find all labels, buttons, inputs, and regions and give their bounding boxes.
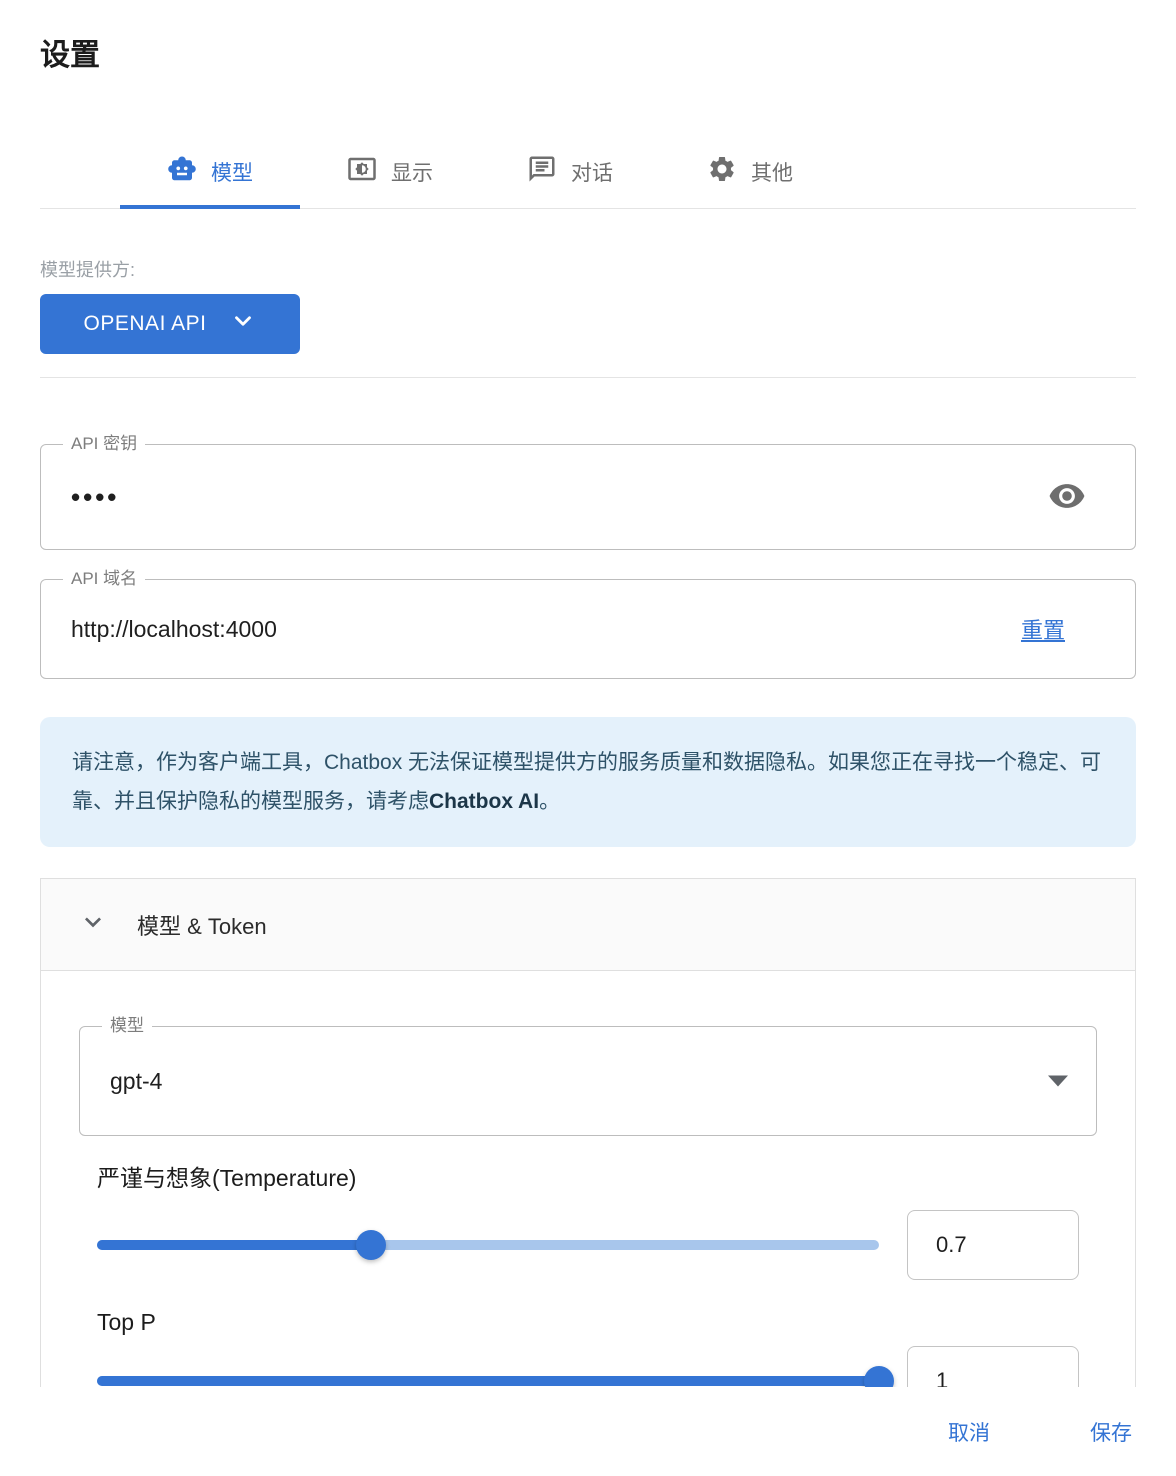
- tab-chat-label: 对话: [571, 157, 613, 187]
- model-select-field[interactable]: 模型 gpt-4: [79, 1026, 1097, 1136]
- tab-other[interactable]: 其他: [660, 135, 840, 208]
- notice-text: 请注意，作为客户端工具，Chatbox 无法保证模型提供方的服务质量和数据隐私。…: [72, 751, 1101, 813]
- chat-icon: [527, 154, 557, 190]
- api-key-label: API 密钥: [63, 433, 145, 455]
- tab-chat[interactable]: 对话: [480, 135, 660, 208]
- temperature-slider[interactable]: [97, 1210, 879, 1280]
- eye-icon: [1048, 477, 1086, 518]
- top-p-section: Top P 1: [97, 1306, 1097, 1387]
- top-p-value-input[interactable]: 1: [907, 1346, 1079, 1387]
- api-key-value: ••••: [41, 445, 1135, 549]
- tab-model[interactable]: 模型: [120, 135, 300, 208]
- tab-model-label: 模型: [211, 157, 253, 187]
- robot-icon: [167, 154, 197, 190]
- caret-down-icon: [1048, 1076, 1068, 1087]
- top-p-label: Top P: [97, 1306, 1097, 1338]
- save-button[interactable]: 保存: [1090, 1417, 1132, 1447]
- tabs-bar: 模型 显示 对话 其他: [40, 135, 1136, 209]
- model-select-label: 模型: [102, 1015, 152, 1037]
- model-token-accordion: 模型 & Token 模型 gpt-4 严谨与想象(Temperature) 0…: [40, 878, 1136, 1387]
- temperature-label: 严谨与想象(Temperature): [97, 1162, 1097, 1194]
- api-host-field[interactable]: API 域名 http://localhost:4000 重置: [40, 579, 1136, 679]
- tab-display-label: 显示: [391, 157, 433, 187]
- slider-thumb[interactable]: [864, 1366, 894, 1387]
- page-title: 设置: [40, 0, 1136, 75]
- accordion-title: 模型 & Token: [137, 909, 267, 941]
- notice-text-end: 。: [539, 790, 560, 813]
- display-icon: [347, 154, 377, 190]
- tab-other-label: 其他: [751, 157, 793, 187]
- accordion-content: 模型 gpt-4 严谨与想象(Temperature) 0.7 Top P: [41, 971, 1135, 1387]
- notice-bold-text: Chatbox AI: [429, 790, 539, 813]
- gear-icon: [707, 154, 737, 190]
- tab-display[interactable]: 显示: [300, 135, 480, 208]
- settings-dialog-body: 设置 模型 显示 对话 其他 模型提供方: OPENAI API: [0, 0, 1176, 1387]
- slider-fill: [97, 1376, 879, 1386]
- notice-box: 请注意，作为客户端工具，Chatbox 无法保证模型提供方的服务质量和数据隐私。…: [40, 717, 1136, 847]
- top-p-slider[interactable]: [97, 1346, 879, 1387]
- slider-thumb[interactable]: [356, 1230, 386, 1260]
- temperature-value-input[interactable]: 0.7: [907, 1210, 1079, 1280]
- chevron-down-icon: [230, 308, 256, 340]
- cancel-button[interactable]: 取消: [948, 1417, 990, 1447]
- temperature-section: 严谨与想象(Temperature) 0.7: [97, 1162, 1097, 1280]
- dialog-footer: 取消 保存: [0, 1387, 1176, 1476]
- tabs: 模型 显示 对话 其他: [120, 135, 1136, 208]
- divider: [40, 377, 1136, 378]
- chevron-down-icon: [77, 906, 109, 943]
- api-host-label: API 域名: [63, 568, 145, 590]
- api-key-field[interactable]: API 密钥 ••••: [40, 444, 1136, 550]
- reset-link[interactable]: 重置: [1021, 613, 1065, 645]
- api-host-value: http://localhost:4000: [41, 580, 1135, 678]
- model-select-value: gpt-4: [80, 1027, 1096, 1135]
- slider-fill: [97, 1240, 371, 1250]
- provider-select-button[interactable]: OPENAI API: [40, 294, 300, 354]
- provider-label: 模型提供方:: [40, 256, 1136, 282]
- toggle-visibility-button[interactable]: [1045, 475, 1089, 519]
- accordion-header[interactable]: 模型 & Token: [41, 879, 1135, 971]
- provider-selected-value: OPENAI API: [84, 312, 207, 336]
